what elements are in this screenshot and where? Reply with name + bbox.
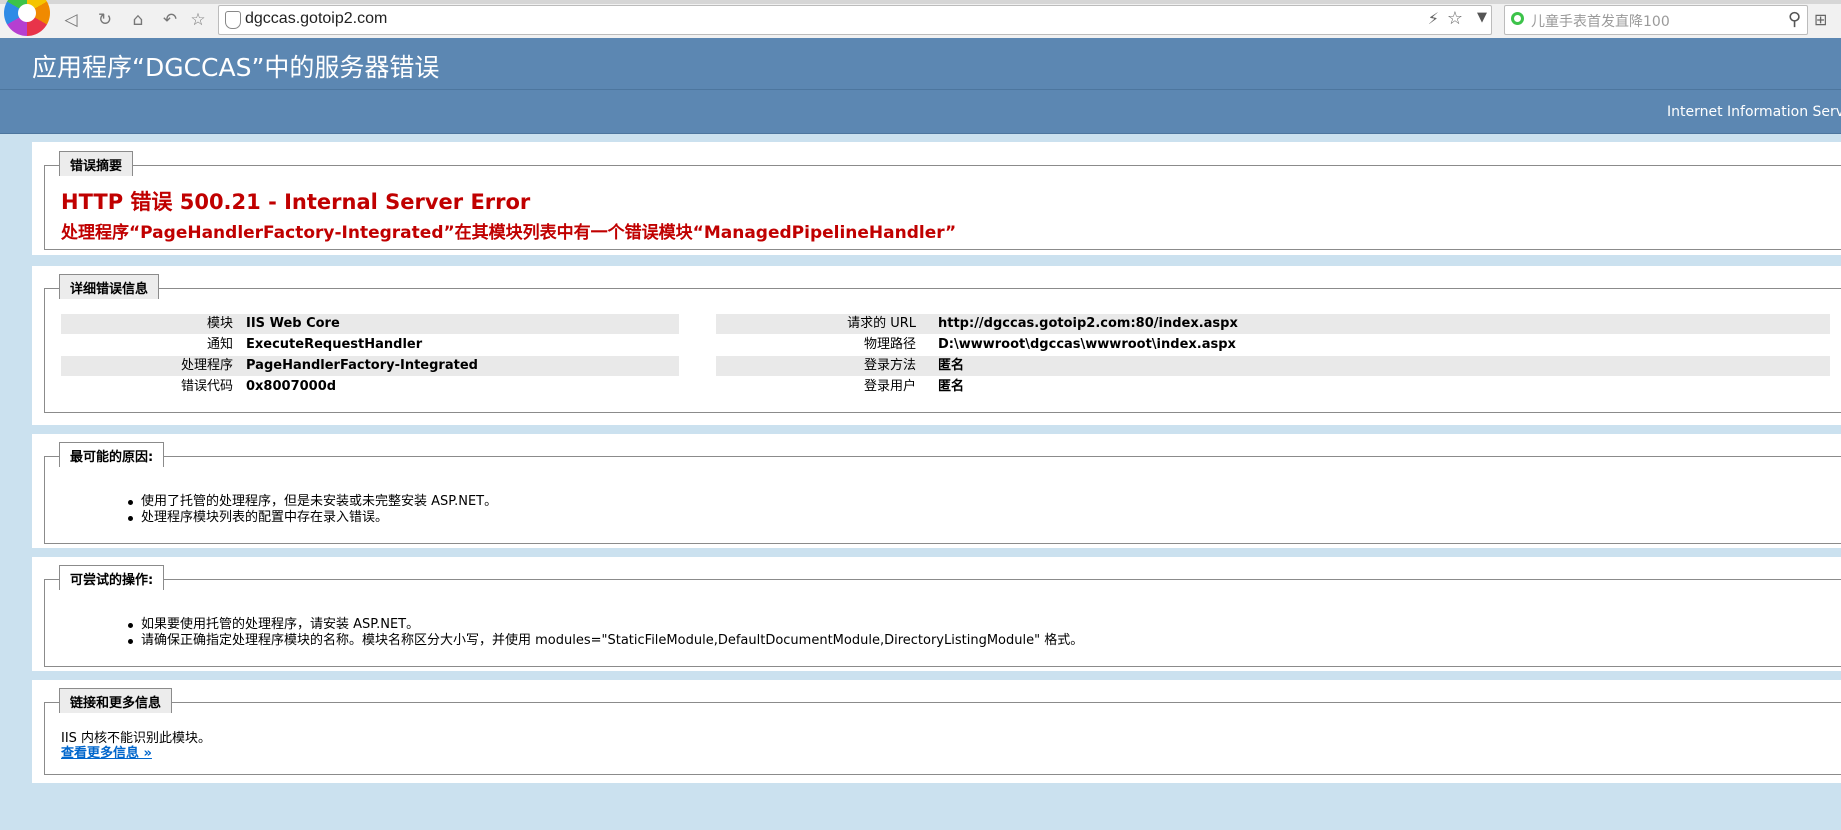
detail-label: 模块 — [206, 316, 233, 331]
browser-toolbar: ◁ ↻ ⌂ ↶ ☆ dgccas.gotoip2.com ⚡ ☆ ▼ 儿童手表首… — [0, 0, 1841, 39]
address-dropdown-icon[interactable]: ▼ — [1477, 10, 1487, 25]
address-bar[interactable]: dgccas.gotoip2.com ⚡ ☆ ▼ — [218, 5, 1492, 35]
detail-label: 通知 — [206, 337, 233, 352]
error-summary-fieldset: 错误摘要 HTTP 错误 500.21 - Internal Server Er… — [44, 151, 1841, 250]
search-input[interactable]: 儿童手表首发直降100 — [1531, 11, 1670, 31]
actions-panel: 可尝试的操作: 如果要使用托管的处理程序，请安装 ASP.NET。 请确保正确指… — [32, 557, 1841, 671]
detail-value: 匿名 — [938, 379, 965, 394]
actions-list: 如果要使用托管的处理程序，请安装 ASP.NET。 请确保正确指定处理程序模块的… — [125, 617, 1083, 649]
refresh-icon[interactable]: ↻ — [94, 9, 116, 31]
detail-row: 通知 ExecuteRequestHandler — [61, 335, 679, 355]
error-summary-legend: 错误摘要 — [59, 151, 134, 176]
bookmark-star-icon[interactable]: ☆ — [1447, 8, 1463, 29]
address-url[interactable]: dgccas.gotoip2.com — [245, 10, 387, 28]
detail-row: 物理路径 D:\wwwroot\dgccas\wwwroot\index.asp… — [716, 335, 1830, 355]
more-info-link[interactable]: 查看更多信息 » — [61, 742, 152, 761]
causes-list: 使用了托管的处理程序，但是未安装或未完整安装 ASP.NET。 处理程序模块列表… — [125, 494, 497, 526]
favorites-icon[interactable]: ☆ — [187, 9, 209, 31]
list-item: 请确保正确指定处理程序模块的名称。模块名称区分大小写，并使用 modules="… — [125, 633, 1083, 649]
error-title: HTTP 错误 500.21 - Internal Server Error — [61, 190, 531, 214]
search-icon[interactable]: ⚲ — [1788, 9, 1801, 30]
detail-label: 登录方法 — [863, 358, 916, 373]
error-message: 处理程序“PageHandlerFactory-Integrated”在其模块列… — [61, 223, 957, 243]
detail-label: 处理程序 — [180, 358, 233, 373]
detail-row: 错误代码 0x8007000d — [61, 377, 679, 397]
lightning-icon[interactable]: ⚡ — [1428, 9, 1439, 28]
detail-row: 处理程序 PageHandlerFactory-Integrated — [61, 356, 679, 376]
detail-label: 错误代码 — [180, 379, 233, 394]
detail-value: ExecuteRequestHandler — [246, 337, 423, 352]
detail-value: 0x8007000d — [246, 379, 337, 394]
links-legend: 链接和更多信息 — [59, 688, 173, 713]
page-subheader: Internet Information Services — [0, 89, 1841, 134]
detail-value: D:\wwwroot\dgccas\wwwroot\index.aspx — [938, 337, 1236, 352]
security-shield-icon — [225, 11, 241, 29]
page-title: 应用程序“DGCCAS”中的服务器错误 — [32, 53, 440, 82]
apps-grid-icon[interactable]: ⊞ — [1814, 10, 1832, 29]
detail-label: 物理路径 — [863, 337, 916, 352]
actions-fieldset: 可尝试的操作: 如果要使用托管的处理程序，请安装 ASP.NET。 请确保正确指… — [44, 565, 1841, 667]
detail-row: 模块 IIS Web Core — [61, 314, 679, 334]
list-item: 处理程序模块列表的配置中存在录入错误。 — [125, 510, 497, 526]
detail-fieldset: 详细错误信息 模块 IIS Web Core 通知 ExecuteRequest… — [44, 274, 1841, 413]
causes-panel: 最可能的原因: 使用了托管的处理程序，但是未安装或未完整安装 ASP.NET。 … — [32, 434, 1841, 548]
detail-panel: 详细错误信息 模块 IIS Web Core 通知 ExecuteRequest… — [32, 266, 1841, 425]
links-fieldset: 链接和更多信息 IIS 内核不能识别此模块。 查看更多信息 » — [44, 688, 1841, 775]
detail-row: 登录方法 匿名 — [716, 356, 1830, 376]
detail-value: PageHandlerFactory-Integrated — [246, 358, 478, 373]
server-name: Internet Information Services — [1667, 104, 1841, 120]
page-header: 应用程序“DGCCAS”中的服务器错误 — [0, 38, 1841, 89]
tab-strip[interactable] — [0, 0, 1841, 4]
detail-value: 匿名 — [938, 358, 965, 373]
list-item: 如果要使用托管的处理程序，请安装 ASP.NET。 — [125, 617, 1083, 633]
search-box[interactable]: 儿童手表首发直降100 ⚲ — [1504, 5, 1808, 35]
error-summary-panel: 错误摘要 HTTP 错误 500.21 - Internal Server Er… — [32, 142, 1841, 255]
causes-legend: 最可能的原因: — [59, 442, 165, 467]
undo-icon[interactable]: ↶ — [159, 9, 181, 31]
detail-label: 请求的 URL — [847, 316, 916, 331]
list-item: 使用了托管的处理程序，但是未安装或未完整安装 ASP.NET。 — [125, 494, 497, 510]
browser-logo-icon[interactable] — [4, 0, 50, 36]
back-icon[interactable]: ◁ — [60, 9, 82, 31]
causes-fieldset: 最可能的原因: 使用了托管的处理程序，但是未安装或未完整安装 ASP.NET。 … — [44, 442, 1841, 544]
links-panel: 链接和更多信息 IIS 内核不能识别此模块。 查看更多信息 » — [32, 680, 1841, 783]
detail-legend: 详细错误信息 — [59, 274, 160, 299]
detail-label: 登录用户 — [863, 379, 916, 394]
home-icon[interactable]: ⌂ — [127, 9, 149, 31]
detail-row: 请求的 URL http://dgccas.gotoip2.com:80/ind… — [716, 314, 1830, 334]
detail-value: http://dgccas.gotoip2.com:80/index.aspx — [938, 316, 1238, 331]
search-engine-icon — [1511, 12, 1524, 25]
actions-legend: 可尝试的操作: — [59, 565, 165, 590]
detail-value: IIS Web Core — [246, 316, 340, 331]
detail-row: 登录用户 匿名 — [716, 377, 1830, 397]
